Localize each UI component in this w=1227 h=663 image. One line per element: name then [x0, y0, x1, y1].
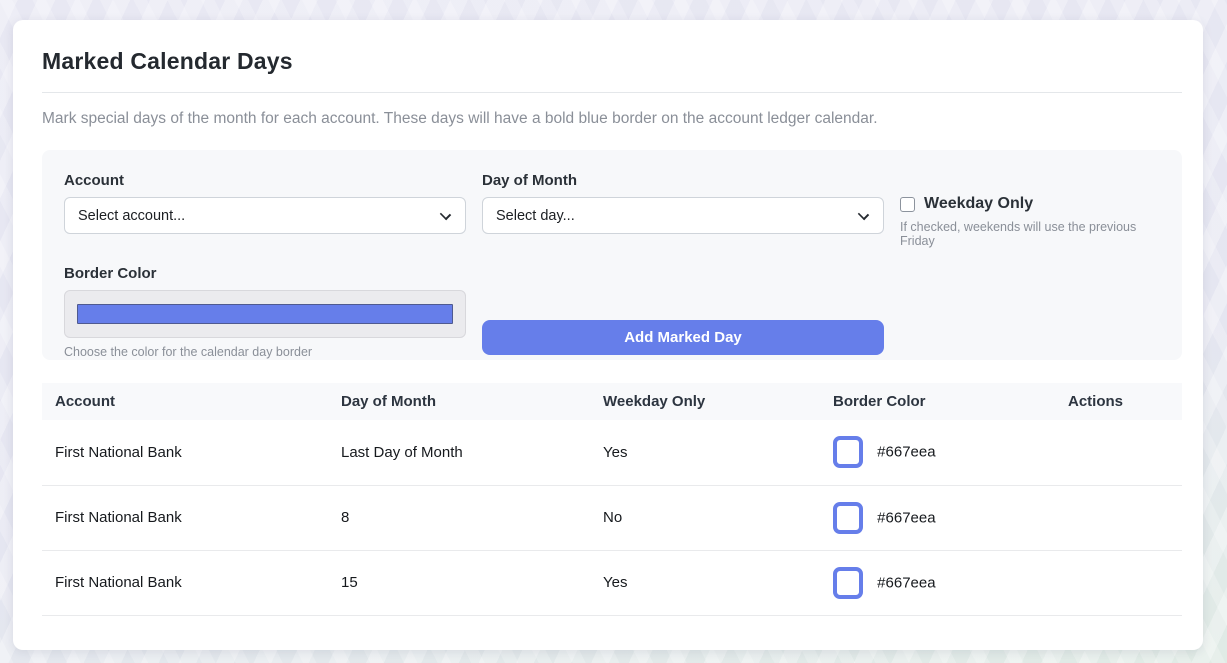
- day-of-month-select-value: Select day...: [496, 208, 575, 224]
- day-of-month-select[interactable]: Select day...: [482, 197, 884, 234]
- table-header-account: Account: [42, 383, 328, 420]
- cell-weekday-only: No: [590, 485, 820, 550]
- page-title: Marked Calendar Days: [42, 48, 1182, 75]
- border-color-code: #667eea: [877, 574, 935, 591]
- cell-day: Last Day of Month: [328, 420, 590, 485]
- cell-weekday-only: Yes: [590, 550, 820, 615]
- table-row: First National Bank 15 Yes #667eea: [42, 550, 1182, 615]
- table-header-row: Account Day of Month Weekday Only Border…: [42, 383, 1182, 420]
- add-marked-day-form: Account Select account... Day of Month S…: [42, 150, 1182, 360]
- day-of-month-field: Day of Month Select day...: [482, 172, 884, 234]
- cell-account: First National Bank: [42, 550, 328, 615]
- border-color-bar: [77, 304, 453, 324]
- cell-border-color: #667eea: [820, 550, 1055, 615]
- border-color-hint: Choose the color for the calendar day bo…: [64, 345, 466, 359]
- weekday-only-checkbox[interactable]: [900, 197, 915, 212]
- cell-account: First National Bank: [42, 485, 328, 550]
- cell-day: 8: [328, 485, 590, 550]
- cell-actions: [1055, 420, 1182, 485]
- cell-actions: [1055, 485, 1182, 550]
- weekday-only-label: Weekday Only: [924, 195, 1033, 213]
- border-color-swatch: [833, 436, 863, 468]
- chevron-down-icon: [440, 209, 451, 220]
- title-divider: [42, 92, 1182, 93]
- marked-days-table: Account Day of Month Weekday Only Border…: [42, 383, 1182, 616]
- border-color-code: #667eea: [877, 444, 935, 461]
- add-marked-day-button[interactable]: Add Marked Day: [482, 320, 884, 355]
- cell-border-color: #667eea: [820, 420, 1055, 485]
- cell-border-color: #667eea: [820, 485, 1055, 550]
- cell-actions: [1055, 550, 1182, 615]
- border-color-swatch: [833, 567, 863, 599]
- border-color-swatch: [833, 502, 863, 534]
- border-color-input[interactable]: [64, 290, 466, 338]
- weekday-only-hint: If checked, weekends will use the previo…: [900, 220, 1160, 248]
- day-of-month-label: Day of Month: [482, 172, 884, 189]
- account-select[interactable]: Select account...: [64, 197, 466, 234]
- weekday-only-field: Weekday Only If checked, weekends will u…: [900, 195, 1160, 248]
- cell-day: 15: [328, 550, 590, 615]
- table-header-day-of-month: Day of Month: [328, 383, 590, 420]
- border-color-field: Border Color Choose the color for the ca…: [64, 265, 466, 359]
- chevron-down-icon: [858, 209, 869, 220]
- table-header-actions: Actions: [1055, 383, 1182, 420]
- page-description: Mark special days of the month for each …: [42, 110, 1182, 128]
- account-select-value: Select account...: [78, 208, 185, 224]
- form-row-2: Border Color Choose the color for the ca…: [64, 265, 1160, 359]
- account-label: Account: [64, 172, 466, 189]
- account-field: Account Select account...: [64, 172, 466, 234]
- table-header-border-color: Border Color: [820, 383, 1055, 420]
- cell-weekday-only: Yes: [590, 420, 820, 485]
- marked-calendar-days-card: Marked Calendar Days Mark special days o…: [13, 20, 1203, 650]
- table-row: First National Bank 8 No #667eea: [42, 485, 1182, 550]
- cell-account: First National Bank: [42, 420, 328, 485]
- form-row-1: Account Select account... Day of Month S…: [64, 172, 1160, 248]
- border-color-code: #667eea: [877, 509, 935, 526]
- table-header-weekday-only: Weekday Only: [590, 383, 820, 420]
- border-color-label: Border Color: [64, 265, 466, 282]
- table-row: First National Bank Last Day of Month Ye…: [42, 420, 1182, 485]
